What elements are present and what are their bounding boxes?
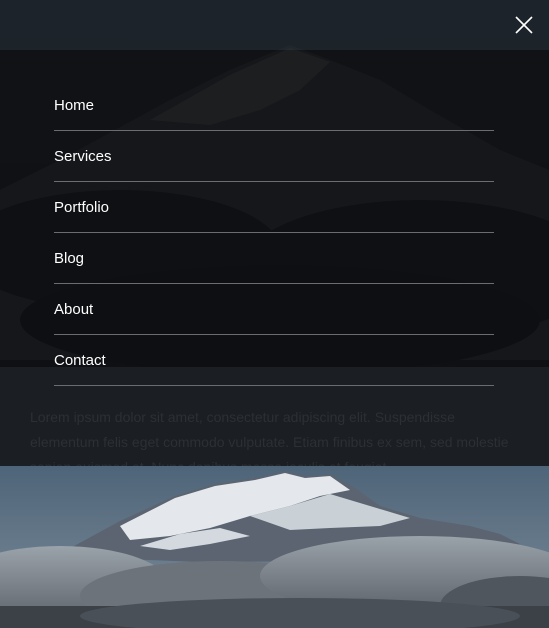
nav-item-services[interactable]: Services [54, 131, 494, 182]
nav-item-label: About [54, 300, 94, 318]
nav-item-about[interactable]: About [54, 284, 494, 335]
nav-item-label: Portfolio [54, 198, 110, 216]
top-bar [0, 0, 549, 50]
page: Home Services Portfolio Blog About Conta… [0, 0, 549, 628]
nav-menu: Home Services Portfolio Blog About Conta… [54, 80, 494, 386]
nav-item-label: Home [54, 96, 95, 114]
close-button[interactable] [513, 14, 535, 36]
nav-item-contact[interactable]: Contact [54, 335, 494, 386]
mountain-image [0, 466, 549, 628]
nav-item-blog[interactable]: Blog [54, 233, 494, 284]
nav-item-portfolio[interactable]: Portfolio [54, 182, 494, 233]
nav-item-label: Services [54, 147, 112, 165]
nav-item-label: Blog [54, 249, 85, 267]
body-paragraph: Lorem ipsum dolor sit amet, consectetur … [30, 409, 509, 466]
close-icon [513, 14, 535, 36]
nav-item-home[interactable]: Home [54, 80, 494, 131]
nav-item-label: Contact [54, 351, 106, 369]
